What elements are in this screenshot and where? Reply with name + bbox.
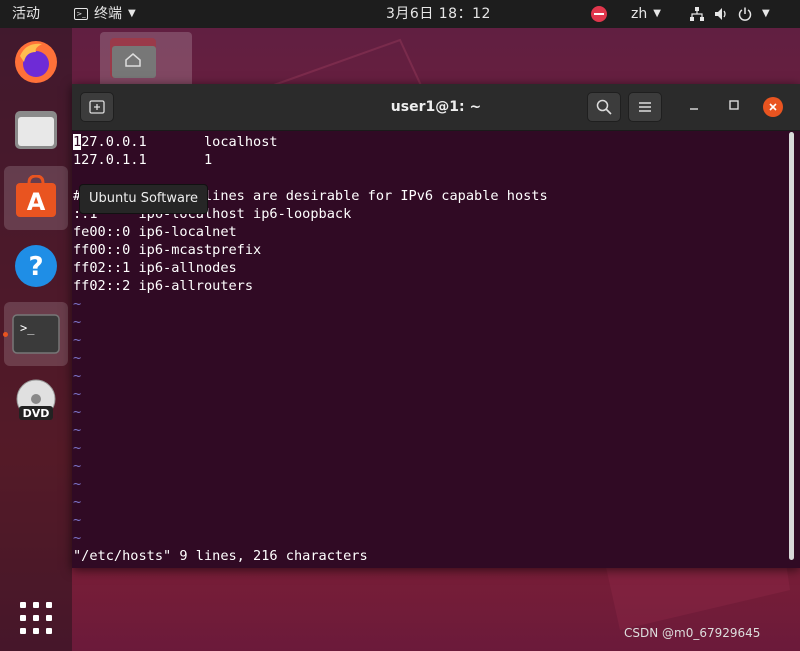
tilde-marker: ~ xyxy=(73,368,82,384)
terminal-header-bar[interactable]: user1@1: ~ xyxy=(72,84,800,131)
scrollbar[interactable] xyxy=(789,132,794,560)
tilde-marker: ~ xyxy=(73,296,82,312)
svg-text:>_: >_ xyxy=(20,321,35,335)
minimize-icon xyxy=(690,108,698,110)
help-icon: ? xyxy=(15,245,57,287)
file-line: 127.0.1.1 1 xyxy=(73,152,213,168)
chevron-down-icon: ▼ xyxy=(653,8,661,19)
dock-item-help[interactable]: ? xyxy=(4,234,68,298)
do-not-disturb-icon[interactable] xyxy=(591,6,607,22)
tilde-marker: ~ xyxy=(73,476,82,492)
app-grid-icon xyxy=(20,602,52,634)
tilde-marker: ~ xyxy=(73,458,82,474)
dock-item-firefox[interactable] xyxy=(4,30,68,94)
power-icon xyxy=(738,7,752,21)
file-line: ff02::2 ip6-allrouters xyxy=(73,278,254,294)
activities-button[interactable]: 活动 xyxy=(12,0,40,28)
file-line: ff02::1 ip6-allnodes xyxy=(73,260,237,276)
show-applications-button[interactable] xyxy=(4,588,68,648)
svg-text:?: ? xyxy=(28,252,43,282)
top-bar: 活动 >_ 终端 ▼ 3月6日 18：12 zh ▼ ▼ xyxy=(0,0,800,28)
menu-button[interactable] xyxy=(628,92,662,122)
chevron-down-icon: ▼ xyxy=(762,8,770,19)
tilde-marker: ~ xyxy=(73,494,82,510)
dock-item-dvd[interactable]: DVD xyxy=(4,370,68,434)
dock-item-files[interactable] xyxy=(4,98,68,162)
tilde-marker: ~ xyxy=(73,404,82,420)
firefox-icon xyxy=(15,41,57,83)
close-button[interactable] xyxy=(763,97,783,117)
dock-item-ubuntu-software[interactable]: A xyxy=(4,166,68,230)
vim-status-line: "/etc/hosts" 9 lines, 216 characters xyxy=(73,548,368,564)
terminal-icon: >_ xyxy=(12,314,60,354)
volume-icon xyxy=(715,8,726,20)
terminal-mini-icon: >_ xyxy=(74,8,88,20)
desktop-home-folder[interactable] xyxy=(100,32,192,88)
folder-icon xyxy=(15,111,57,149)
software-center-icon: A xyxy=(16,175,56,217)
tilde-marker: ~ xyxy=(73,530,82,546)
dock-tooltip: Ubuntu Software xyxy=(79,184,209,214)
maximize-button[interactable] xyxy=(724,97,744,117)
tilde-marker: ~ xyxy=(73,314,82,330)
app-menu[interactable]: >_ 终端 ▼ xyxy=(74,0,136,28)
network-icon xyxy=(690,7,704,21)
file-line: 127.0.0.1 localhost xyxy=(73,134,278,150)
close-icon xyxy=(769,103,777,111)
dock: A ? >_ DVD xyxy=(0,28,72,651)
tilde-marker: ~ xyxy=(73,512,82,528)
clock[interactable]: 3月6日 18：12 xyxy=(386,0,491,28)
input-method-menu[interactable]: zh ▼ xyxy=(631,0,661,28)
app-menu-label: 终端 xyxy=(94,6,122,22)
maximize-icon xyxy=(729,100,739,110)
watermark: CSDN @m0_67929645 xyxy=(624,626,761,640)
terminal-window: user1@1: ~ 127.0.0.1 localhost 127.0.1.1 … xyxy=(72,84,800,568)
tilde-marker: ~ xyxy=(73,350,82,366)
tilde-marker: ~ xyxy=(73,440,82,456)
tilde-marker: ~ xyxy=(73,386,82,402)
search-button[interactable] xyxy=(587,92,621,122)
input-method-label: zh xyxy=(631,6,648,22)
home-folder-icon xyxy=(110,38,156,78)
svg-text:DVD: DVD xyxy=(23,407,50,420)
file-line: fe00::0 ip6-localnet xyxy=(73,224,237,240)
dvd-icon: DVD xyxy=(16,379,56,420)
svg-text:A: A xyxy=(27,188,46,216)
search-icon xyxy=(596,99,612,115)
minimize-button[interactable] xyxy=(684,97,704,117)
tilde-marker: ~ xyxy=(73,422,82,438)
file-line: ff00::0 ip6-mcastprefix xyxy=(73,242,262,258)
system-menu[interactable]: ▼ xyxy=(690,0,770,28)
hamburger-icon xyxy=(639,102,651,112)
tilde-marker: ~ xyxy=(73,332,82,348)
chevron-down-icon: ▼ xyxy=(128,8,136,19)
dock-item-terminal[interactable]: >_ xyxy=(4,302,68,366)
running-indicator xyxy=(3,332,8,337)
text-cursor: 1 xyxy=(73,134,82,150)
